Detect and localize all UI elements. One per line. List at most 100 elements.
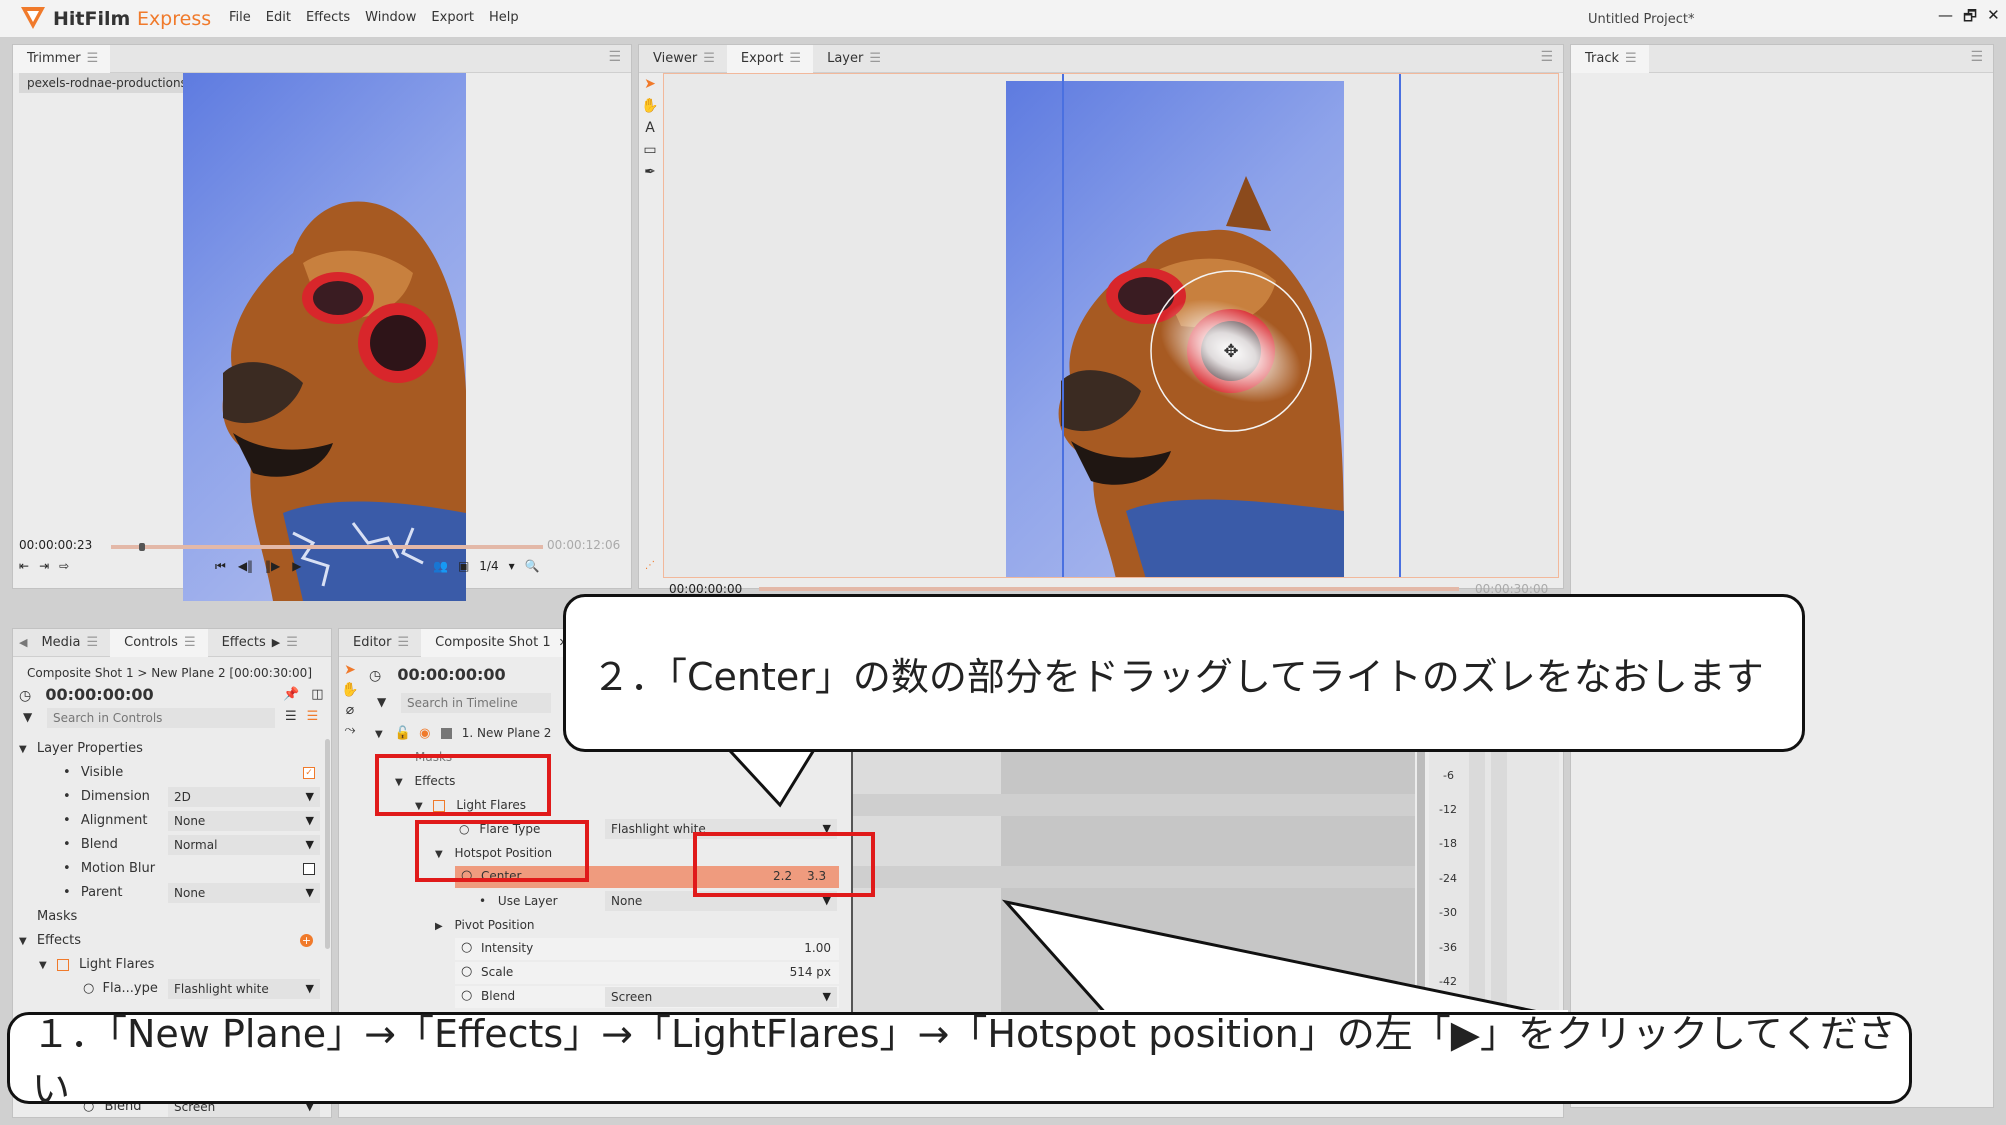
- detail-view-icon[interactable]: ☰: [307, 709, 319, 724]
- minimize-icon[interactable]: —: [1938, 6, 1953, 31]
- trimmer-video-frame[interactable]: [183, 73, 466, 601]
- expand-icon[interactable]: ▶: [435, 921, 443, 932]
- tab-scroll-right-icon[interactable]: ▶: [272, 636, 280, 649]
- tab-menu-icon[interactable]: ☰: [789, 51, 801, 66]
- tab-media[interactable]: Media ☰: [33, 629, 110, 657]
- trimmer-playhead[interactable]: [139, 543, 145, 551]
- editor-pivot-row[interactable]: ▶ Pivot Position: [435, 914, 535, 936]
- dimension-select[interactable]: 2D ▼: [168, 787, 320, 807]
- guide-line-left[interactable]: [1062, 74, 1064, 577]
- tab-menu-icon[interactable]: ☰: [869, 51, 881, 66]
- tab-menu-icon[interactable]: ☰: [703, 51, 715, 66]
- intensity-value[interactable]: 1.00: [804, 941, 831, 955]
- select-tool-icon[interactable]: ➤: [641, 75, 659, 93]
- keyframe-icon[interactable]: ○: [461, 940, 472, 955]
- keyframe-icon[interactable]: ○: [83, 981, 94, 996]
- tab-trimmer[interactable]: Trimmer ☰: [13, 44, 111, 73]
- menu-help[interactable]: Help: [489, 10, 519, 25]
- text-tool-icon[interactable]: A: [641, 119, 659, 137]
- resize-corner-icon[interactable]: ⋰: [641, 557, 659, 575]
- controls-light-flares-row[interactable]: ▼ Light Flares: [39, 954, 154, 976]
- filter-icon[interactable]: ▼: [377, 695, 386, 709]
- select-tool-icon[interactable]: ➤: [341, 661, 359, 679]
- tab-menu-icon[interactable]: ☰: [87, 635, 99, 650]
- hand-tool-icon[interactable]: ✋: [341, 681, 359, 699]
- timeline-search-input[interactable]: [401, 693, 551, 713]
- visibility-icon[interactable]: ◉: [419, 726, 430, 741]
- tab-menu-icon[interactable]: ☰: [1625, 51, 1637, 66]
- menu-edit[interactable]: Edit: [266, 10, 291, 25]
- collapse-icon[interactable]: ▼: [375, 729, 383, 740]
- tab-effects[interactable]: Effects ▶ ☰: [208, 629, 310, 657]
- slip-tool-icon[interactable]: ⤳: [341, 721, 359, 739]
- razor-tool-icon[interactable]: ⌀: [341, 701, 359, 719]
- list-view-icon[interactable]: ☰: [285, 709, 297, 724]
- close-icon[interactable]: ✕: [1987, 6, 2000, 31]
- chevron-down-icon[interactable]: ▾: [509, 559, 515, 573]
- skip-start-icon[interactable]: ⏮: [215, 559, 226, 574]
- keyframe-icon[interactable]: ○: [461, 964, 472, 979]
- alignment-select[interactable]: None ▼: [168, 811, 320, 831]
- visible-checkbox[interactable]: ✓: [303, 767, 315, 779]
- hand-tool-icon[interactable]: ✋: [641, 97, 659, 115]
- layer-properties-header[interactable]: ▼ Layer Properties: [19, 738, 143, 760]
- scale-row[interactable]: ○ Scale 514 px: [455, 962, 839, 984]
- lock-icon[interactable]: 🔓: [395, 726, 411, 741]
- collapse-icon[interactable]: ▼: [39, 960, 47, 971]
- blend-select[interactable]: Normal ▼: [168, 835, 320, 855]
- scale-value[interactable]: 514 px: [790, 965, 831, 979]
- search-icon[interactable]: 🔍: [525, 559, 540, 573]
- people-icon[interactable]: 👥: [433, 559, 448, 573]
- zoom-select[interactable]: 1/4: [479, 559, 498, 573]
- collapse-icon[interactable]: ▼: [19, 936, 27, 947]
- tab-scroll-left-icon[interactable]: ◀: [13, 636, 33, 649]
- menu-export[interactable]: Export: [431, 10, 474, 25]
- controls-masks-row[interactable]: Masks: [37, 906, 77, 928]
- motion-blur-checkbox[interactable]: [303, 863, 315, 875]
- effect-enable-checkbox[interactable]: [56, 958, 69, 971]
- tab-track[interactable]: Track ☰: [1571, 44, 1649, 73]
- tab-menu-icon[interactable]: ☰: [286, 635, 298, 650]
- collapse-icon[interactable]: ▼: [19, 744, 27, 755]
- tab-export[interactable]: Export ☰: [726, 44, 814, 73]
- maximize-icon[interactable]: 🗗: [1963, 6, 1977, 31]
- layer-row[interactable]: ▼ 🔓 ◉ 1. New Plane 2: [375, 722, 551, 744]
- layout-icon[interactable]: ◫: [311, 687, 323, 702]
- tab-composite-shot[interactable]: Composite Shot 1✕: [421, 628, 580, 657]
- tab-menu-icon[interactable]: ☰: [87, 51, 99, 66]
- tab-menu-icon[interactable]: ☰: [184, 635, 196, 650]
- insert-icon[interactable]: ⇥: [39, 559, 49, 573]
- rectangle-tool-icon[interactable]: ▭: [641, 141, 659, 159]
- controls-effects-row[interactable]: ▼ Effects: [19, 930, 81, 952]
- filter-icon[interactable]: ▼: [23, 710, 32, 724]
- intensity-row[interactable]: ○ Intensity 1.00: [455, 938, 839, 960]
- controls-search-input[interactable]: [47, 708, 275, 728]
- play-icon[interactable]: ▶: [292, 559, 301, 574]
- add-effect-icon[interactable]: +: [300, 934, 313, 947]
- guide-line-right[interactable]: [1399, 74, 1401, 577]
- tab-controls[interactable]: Controls ☰: [110, 628, 208, 657]
- controls-flare-type-select[interactable]: Flashlight white ▼: [168, 979, 320, 999]
- keyframe-icon[interactable]: ○: [461, 988, 472, 1003]
- menu-window[interactable]: Window: [365, 10, 416, 25]
- menu-file[interactable]: File: [229, 10, 251, 25]
- editor-timecode[interactable]: 00:00:00:00: [397, 665, 505, 684]
- step-forward-icon[interactable]: ‖▶: [265, 559, 280, 574]
- tab-layer[interactable]: Layer ☰: [813, 45, 893, 73]
- overlay-icon[interactable]: ⇨: [59, 559, 69, 573]
- controls-scrollbar[interactable]: [325, 739, 330, 949]
- menu-effects[interactable]: Effects: [306, 10, 350, 25]
- parent-select[interactable]: None ▼: [168, 883, 320, 903]
- step-back-icon[interactable]: ◀‖: [238, 559, 253, 574]
- panel-menu-icon[interactable]: ☰: [1970, 49, 1983, 65]
- tab-viewer[interactable]: Viewer ☰: [639, 45, 727, 73]
- viewer-scrubber[interactable]: [759, 587, 1459, 591]
- pen-tool-icon[interactable]: ✒: [641, 163, 659, 181]
- panel-menu-icon[interactable]: ☰: [1540, 49, 1553, 65]
- tab-menu-icon[interactable]: ☰: [397, 635, 409, 650]
- controls-timecode[interactable]: 00:00:00:00: [45, 685, 153, 704]
- trimmer-scrubber[interactable]: [111, 543, 543, 551]
- panel-menu-icon[interactable]: ☰: [608, 49, 621, 65]
- trim-in-icon[interactable]: ⇤: [19, 559, 29, 573]
- viewer-canvas[interactable]: ✥: [663, 73, 1559, 578]
